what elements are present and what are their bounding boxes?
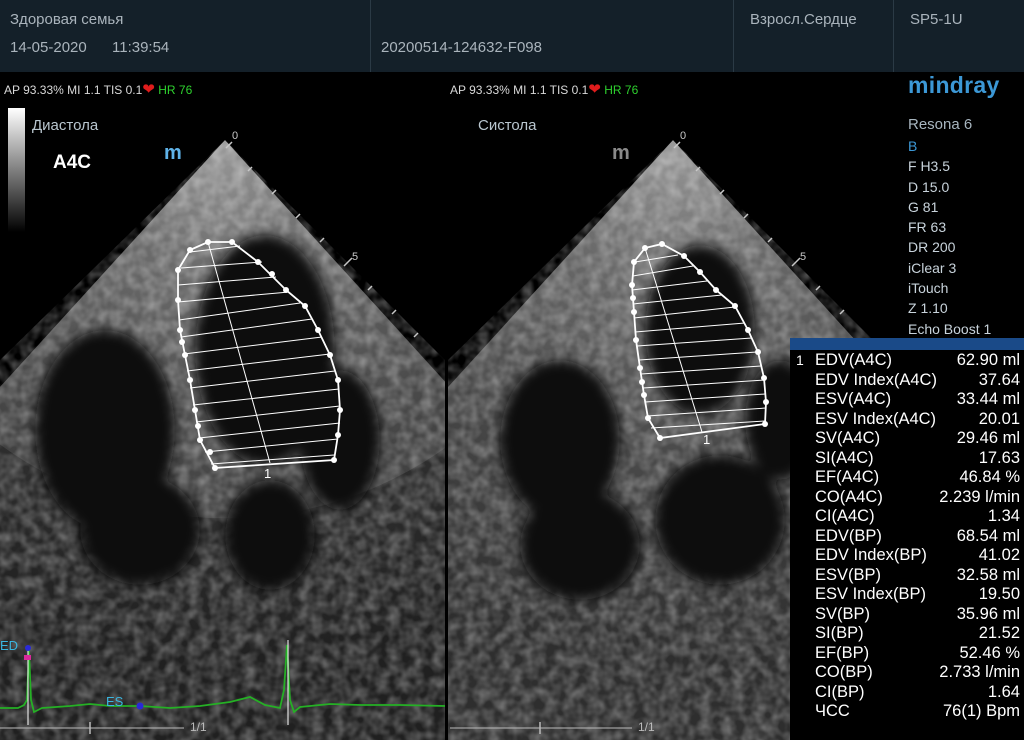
phase-label-systole: Систола xyxy=(478,117,537,134)
depth-label-5-right: 5 xyxy=(800,251,806,263)
measurement-label: EF(BP) xyxy=(815,643,870,662)
depth-label-0-left: 0 xyxy=(232,130,238,142)
measurement-value: 41.02 xyxy=(978,546,1020,564)
measurement-label: SI(BP) xyxy=(815,624,864,642)
measurement-label: ESV(BP) xyxy=(815,565,882,584)
hr-value-left: 76 xyxy=(178,83,193,97)
param-zoom: Z 1.10 xyxy=(908,300,948,317)
measurement-row: CI(BP) 1.64 xyxy=(815,683,1020,703)
measurement-label: CO(BP) xyxy=(815,663,873,681)
trace-number-right: 1 xyxy=(703,432,710,447)
measurement-row: ESV Index(A4C) 20.01 xyxy=(815,410,1020,430)
measurement-label: ЧСС xyxy=(815,702,850,720)
measurement-label: EDV(A4C) xyxy=(815,351,893,369)
phase-label-diastole: Диастола xyxy=(32,117,99,134)
measurement-value: 76(1) Bpm xyxy=(942,702,1020,720)
measurement-value: 29.46 ml xyxy=(956,429,1020,447)
scanner-model: Resona 6 xyxy=(908,116,973,133)
measurement-index: 1 xyxy=(796,352,804,368)
measurement-value: 62.90 ml xyxy=(956,351,1020,369)
measurement-value: 52.46 % xyxy=(959,643,1020,662)
measurement-row: SV(A4C) 29.46 ml xyxy=(815,429,1020,449)
measurement-value: 1.34 xyxy=(987,507,1020,525)
measurement-label: EF(A4C) xyxy=(815,468,880,486)
measurement-row: EF(BP) 52.46 % xyxy=(815,644,1020,664)
heart-icon: ❤ xyxy=(588,81,601,98)
param-frequency: F H3.5 xyxy=(908,158,951,175)
measurement-value: 17.63 xyxy=(978,448,1020,467)
measurement-value: 37.64 xyxy=(978,370,1020,389)
measurement-row: SI(BP) 21.52 xyxy=(815,624,1020,644)
frame-counter-left: 1/1 xyxy=(190,720,207,734)
measurement-value: 20.01 xyxy=(978,409,1020,428)
param-frame-rate: FR 63 xyxy=(908,219,947,236)
measurement-value: 2.239 l/min xyxy=(939,487,1020,506)
measurement-label: SI(A4C) xyxy=(815,448,874,467)
measurement-row: EF(A4C) 46.84 % xyxy=(815,468,1020,488)
measurement-value: 1.64 xyxy=(987,682,1020,701)
grayscale-bar xyxy=(8,108,25,232)
measurement-row: CI(A4C) 1.34 xyxy=(815,507,1020,527)
measurement-label: ESV Index(A4C) xyxy=(815,409,937,428)
param-dynamic-range: DR 200 xyxy=(908,239,956,256)
measurement-row: EDV(BP) 68.54 ml xyxy=(815,527,1020,547)
measurement-row: SI(A4C) 17.63 xyxy=(815,449,1020,469)
measurement-value: 32.58 ml xyxy=(956,565,1020,584)
imaging-parameters: B F H3.5 D 15.0 G 81 FR 63 DR 200 iClear… xyxy=(908,136,991,339)
measurement-value: 19.50 xyxy=(978,585,1020,603)
acoustic-output-right: AP 93.33% MI 1.1 TIS 0.1❤ HR 76 xyxy=(450,80,638,98)
left-sector-image xyxy=(0,140,445,740)
measurement-row: EDV Index(A4C) 37.64 xyxy=(815,371,1020,391)
measurement-label: CI(A4C) xyxy=(815,507,875,525)
acoustic-output-left: AP 93.33% MI 1.1 TIS 0.1❤ HR 76 xyxy=(4,80,192,98)
measurement-row: CO(A4C) 2.239 l/min xyxy=(815,488,1020,508)
ecg-label-es: ES xyxy=(106,694,124,709)
param-depth: D 15.0 xyxy=(908,178,950,195)
measurement-value: 68.54 ml xyxy=(956,526,1020,545)
param-mode: B xyxy=(908,138,918,154)
param-echo-boost: Echo Boost 1 xyxy=(908,320,992,337)
measurement-value: 33.44 ml xyxy=(956,390,1020,408)
orientation-marker-left-icon: m xyxy=(164,142,182,164)
orientation-marker-right-icon: m xyxy=(612,142,630,164)
measurement-label: CI(BP) xyxy=(815,682,865,701)
measurement-label: EDV(BP) xyxy=(815,526,882,545)
measurement-row: ESV Index(BP) 19.50 xyxy=(815,585,1020,605)
measurement-value: 21.52 xyxy=(978,624,1020,642)
measurement-label: SV(A4C) xyxy=(815,429,881,447)
frame-counter-right: 1/1 xyxy=(638,720,655,734)
param-itouch: iTouch xyxy=(908,280,949,297)
measurement-row: ESV(BP) 32.58 ml xyxy=(815,566,1020,586)
depth-label-0-right: 0 xyxy=(680,130,686,142)
param-iclear: iClear 3 xyxy=(908,259,957,276)
ecg-label-ed: ED xyxy=(0,638,18,653)
measurement-row: EDV Index(BP) 41.02 xyxy=(815,546,1020,566)
trace-number-left: 1 xyxy=(264,466,271,481)
hr-label-right: HR xyxy=(604,83,622,97)
measurement-row: CO(BP) 2.733 l/min xyxy=(815,663,1020,683)
acoustic-values-right: AP 93.33% MI 1.1 TIS 0.1 xyxy=(450,83,589,97)
view-label-a4c: A4C xyxy=(53,152,92,173)
hr-label-left: HR xyxy=(158,83,176,97)
measurement-value: 2.733 l/min xyxy=(939,663,1020,681)
heart-icon: ❤ xyxy=(142,81,155,98)
measurement-row: ЧСС 76(1) Bpm xyxy=(815,702,1020,722)
acoustic-values-left: AP 93.33% MI 1.1 TIS 0.1 xyxy=(4,83,143,97)
measurement-panel-titlebar[interactable] xyxy=(790,338,1024,350)
mindray-logo: mindray xyxy=(908,72,1000,98)
measurement-row: ESV(A4C) 33.44 ml xyxy=(815,390,1020,410)
measurement-label: EDV Index(A4C) xyxy=(815,370,937,389)
measurement-label: ESV(A4C) xyxy=(815,390,892,408)
measurement-row: SV(BP) 35.96 ml xyxy=(815,605,1020,625)
measurement-label: SV(BP) xyxy=(815,604,871,623)
measurement-value: 46.84 % xyxy=(959,468,1020,486)
measurement-row: EDV(A4C) 62.90 ml xyxy=(815,351,1020,371)
hr-value-right: 76 xyxy=(624,83,639,97)
measurement-label: ESV Index(BP) xyxy=(815,585,926,603)
param-gain: G 81 xyxy=(908,198,939,215)
depth-label-5-left: 5 xyxy=(352,251,358,263)
measurement-label: EDV Index(BP) xyxy=(815,546,927,564)
measurement-value: 35.96 ml xyxy=(956,604,1020,623)
measurement-label: CO(A4C) xyxy=(815,487,883,506)
